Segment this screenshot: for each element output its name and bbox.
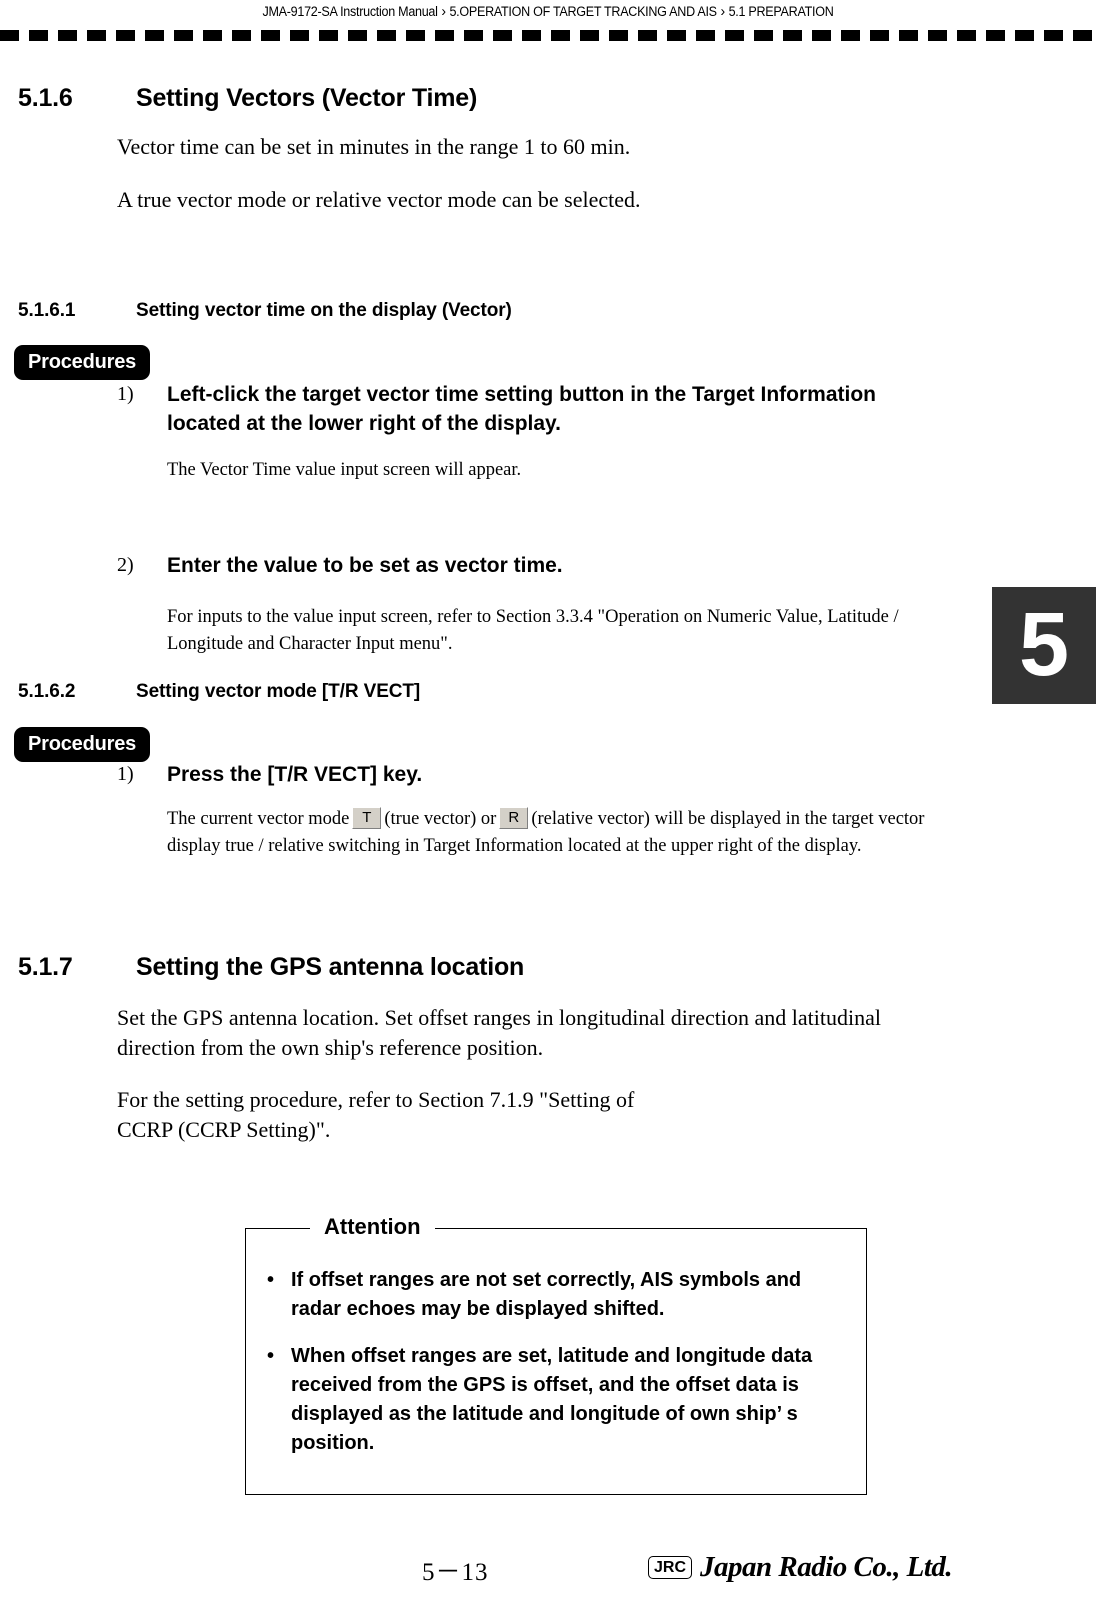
header-dashed-rule — [0, 30, 1096, 41]
page-header: JMA-9172-SA Instruction Manual › 5.OPERATI… — [0, 0, 1096, 34]
breadcrumb: JMA-9172-SA Instruction Manual › 5.OPERATI… — [262, 3, 833, 20]
page-footer: 5－13 JRC Japan Radio Co., Ltd. — [0, 1546, 1096, 1606]
attention-list-item: • When offset ranges are set, latitude a… — [245, 1342, 867, 1458]
attention-list: • If offset ranges are not set correctly… — [245, 1266, 867, 1476]
key-true-vector: T — [352, 807, 382, 829]
jrc-logo: JRC Japan Radio Co., Ltd. — [648, 1551, 953, 1583]
breadcrumb-item-chapter: 5.OPERATION OF TARGET TRACKING AND AIS — [449, 4, 717, 19]
key-relative-vector: R — [499, 807, 529, 829]
step-1-note-vector-mode: The current vector mode T (true vector) or… — [167, 806, 930, 860]
step-2-number: 2) — [117, 554, 134, 576]
step-2-note: For inputs to the value input screen, re… — [167, 607, 899, 654]
note-text-part-2: (true vector) or — [384, 809, 497, 829]
breadcrumb-item-section: 5.1 PREPARATION — [728, 4, 834, 19]
heading-5-1-6-1-title: Setting vector time on the display (Vect… — [136, 300, 512, 321]
step-1-note: The Vector Time value input screen will … — [167, 460, 522, 480]
step-1-text: Left-click the target vector time settin… — [167, 383, 876, 435]
procedures-badge-5-1-6-2: Procedures — [14, 727, 151, 762]
heading-5-1-6-2-number: 5.1.6.2 — [18, 681, 76, 702]
attention-item-text: If offset ranges are not set correctly, … — [291, 1269, 802, 1320]
attention-item-text: When offset ranges are set, latitude and… — [291, 1345, 813, 1454]
s517-paragraph-2: For the setting procedure, refer to Sect… — [117, 1087, 635, 1142]
heading-5-1-6-number: 5.1.6 — [18, 84, 73, 112]
step-1-text: Press the [T/R VECT] key. — [167, 763, 423, 786]
procedures-badge-5-1-6-1: Procedures — [14, 345, 151, 380]
bullet-icon: • — [267, 1269, 275, 1291]
s517-paragraph-1: Set the GPS antenna location. Set offset… — [117, 1005, 881, 1060]
attention-list-item: • If offset ranges are not set correctly… — [245, 1266, 867, 1324]
bullet-icon: • — [267, 1345, 275, 1367]
attention-box: Attention • If offset ranges are not set… — [245, 1212, 867, 1495]
heading-5-1-6-1-number: 5.1.6.1 — [18, 300, 76, 321]
heading-5-1-7-number: 5.1.7 — [18, 953, 73, 981]
heading-5-1-7-title: Setting the GPS antenna location — [136, 953, 525, 981]
heading-5-1-6-2-title: Setting vector mode [T/R VECT] — [136, 681, 421, 702]
heading-5-1-6-title: Setting Vectors (Vector Time) — [136, 84, 478, 112]
step-1-5-1-6-2: 1) Press the [T/R VECT] key. — [117, 760, 877, 789]
s516-paragraph-1: Vector time can be set in minutes in the… — [117, 134, 631, 159]
breadcrumb-item-manual: JMA-9172-SA Instruction Manual — [262, 4, 438, 19]
chapter-tab-5: 5 — [992, 587, 1096, 704]
jrc-company-name: Japan Radio Co., Ltd. — [700, 1551, 953, 1583]
breadcrumb-separator-icon: › — [441, 3, 446, 20]
s516-paragraph-2: A true vector mode or relative vector mo… — [117, 187, 641, 212]
jrc-mark-icon: JRC — [648, 1555, 693, 1579]
step-2-text: Enter the value to be set as vector time… — [167, 554, 563, 577]
document-page: JMA-9172-SA Instruction Manual › 5.OPERATI… — [0, 0, 1096, 1620]
breadcrumb-separator-icon: › — [720, 3, 725, 20]
note-text-part-1: The current vector mode — [167, 809, 350, 829]
page-number: 5－13 — [422, 1559, 489, 1586]
step-1-number: 1) — [117, 383, 134, 405]
step-2-5-1-6-1: 2) Enter the value to be set as vector t… — [117, 551, 877, 580]
step-1-5-1-6-1: 1) Left-click the target vector time set… — [117, 380, 877, 438]
step-1-number: 1) — [117, 763, 134, 785]
attention-label: Attention — [310, 1212, 435, 1242]
